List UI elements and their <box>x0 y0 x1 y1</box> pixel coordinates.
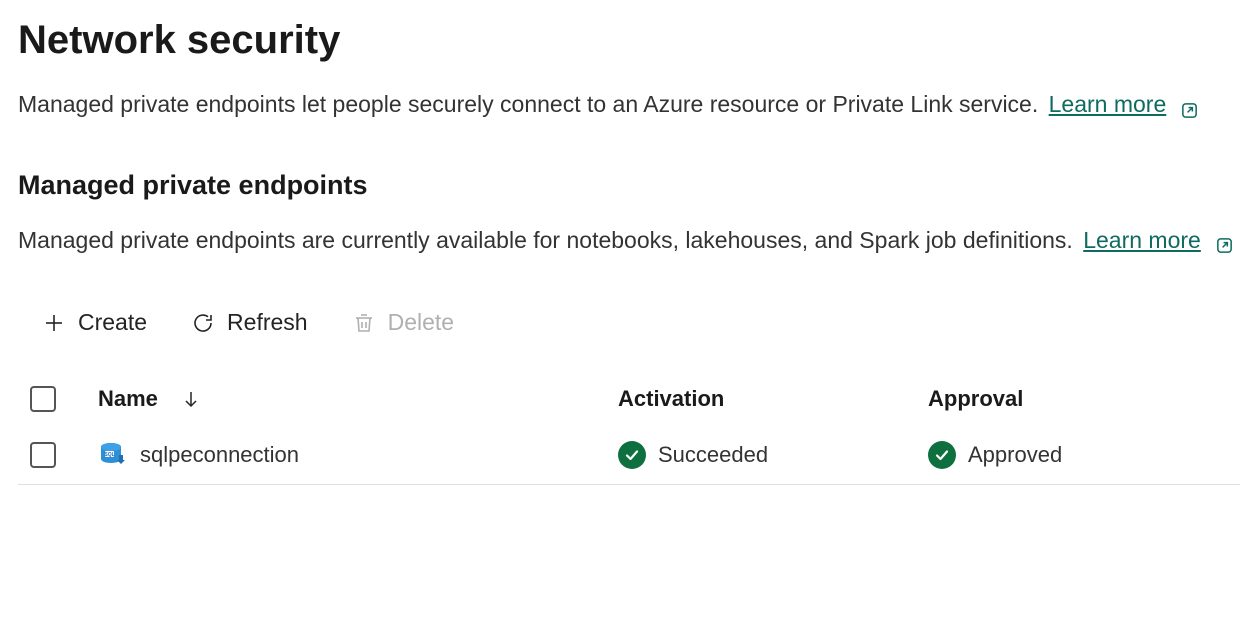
open-new-icon <box>1180 95 1199 114</box>
table-header-row: Name Activation Approval <box>18 374 1240 426</box>
row-activation: Succeeded <box>658 442 768 468</box>
row-checkbox-cell <box>18 442 98 468</box>
sort-arrow-down-icon <box>182 390 200 408</box>
endpoints-table: Name Activation Approval <box>18 374 1240 485</box>
svg-text:SQL: SQL <box>104 452 114 458</box>
row-name-cell[interactable]: SQL sqlpeconnection <box>98 440 618 470</box>
create-button[interactable]: Create <box>42 309 147 336</box>
check-icon <box>618 441 646 469</box>
page-description: Managed private endpoints let people sec… <box>18 87 1240 122</box>
learn-more-link-section[interactable]: Learn more <box>1083 223 1234 258</box>
row-approval: Approved <box>968 442 1062 468</box>
header-name-label: Name <box>98 386 158 412</box>
delete-button-label: Delete <box>388 309 454 336</box>
refresh-button[interactable]: Refresh <box>191 309 308 336</box>
create-button-label: Create <box>78 309 147 336</box>
open-new-icon <box>1215 230 1234 249</box>
header-checkbox-cell <box>18 386 98 412</box>
check-icon <box>928 441 956 469</box>
learn-more-link-label: Learn more <box>1049 87 1167 122</box>
row-approval-cell: Approved <box>928 441 1240 469</box>
header-approval[interactable]: Approval <box>928 386 1240 412</box>
select-all-checkbox[interactable] <box>30 386 56 412</box>
row-name: sqlpeconnection <box>140 442 299 468</box>
section-title: Managed private endpoints <box>18 170 1240 201</box>
header-activation[interactable]: Activation <box>618 386 928 412</box>
plus-icon <box>42 311 66 335</box>
row-checkbox[interactable] <box>30 442 56 468</box>
trash-icon <box>352 311 376 335</box>
section-description-text: Managed private endpoints are currently … <box>18 227 1073 253</box>
row-activation-cell: Succeeded <box>618 441 928 469</box>
sql-database-icon: SQL <box>98 440 128 470</box>
section-description: Managed private endpoints are currently … <box>18 223 1240 258</box>
learn-more-link-section-label: Learn more <box>1083 223 1201 258</box>
table-row: SQL sqlpeconnection Succeeded Approved <box>18 426 1240 485</box>
header-activation-label: Activation <box>618 386 724 412</box>
refresh-icon <box>191 311 215 335</box>
header-name[interactable]: Name <box>98 386 618 412</box>
header-approval-label: Approval <box>928 386 1023 412</box>
learn-more-link-page[interactable]: Learn more <box>1049 87 1200 122</box>
page-title: Network security <box>18 18 1240 63</box>
delete-button: Delete <box>352 309 454 336</box>
page-description-text: Managed private endpoints let people sec… <box>18 91 1038 117</box>
toolbar: Create Refresh Delete <box>18 309 1240 336</box>
refresh-button-label: Refresh <box>227 309 308 336</box>
